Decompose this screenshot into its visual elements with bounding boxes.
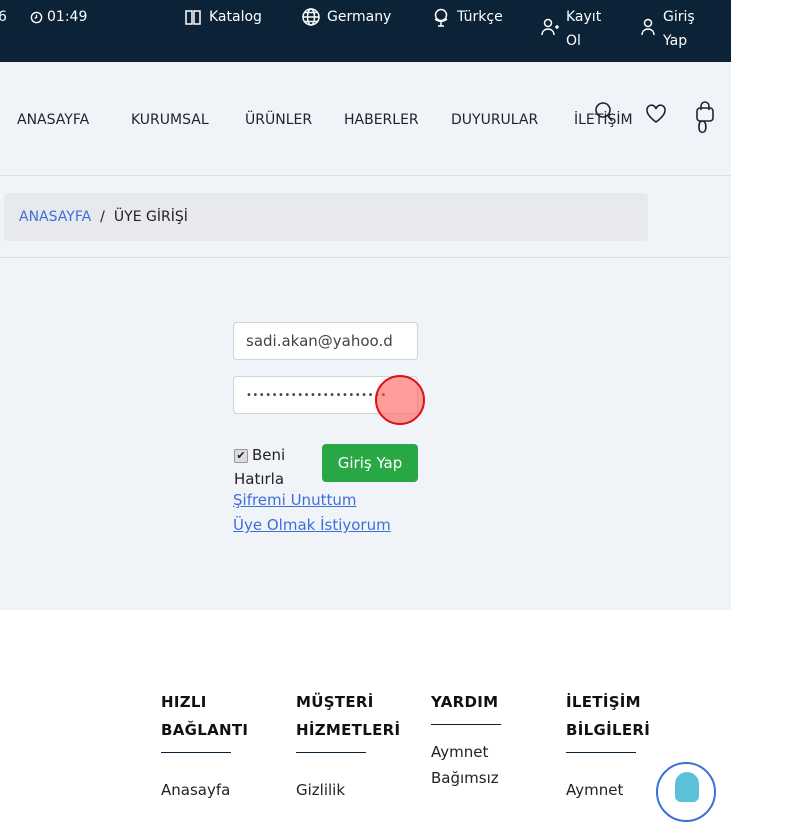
time-text: 01:49 [47, 9, 88, 25]
breadcrumb-current: ÜYE GİRİŞİ [113, 209, 188, 225]
main-nav: ANASAYFA KURUMSAL ÜRÜNLER HABERLER DUYUR… [0, 62, 731, 176]
divider [161, 752, 231, 753]
breadcrumb-separator: / [100, 209, 105, 225]
login-submit-button[interactable]: Giriş Yap [322, 444, 418, 482]
footer-link[interactable]: Anasayfa [161, 777, 241, 803]
register-link-body[interactable]: Üye Olmak İstiyorum [233, 516, 391, 534]
footer-col-help: YARDIM Aymnet Bağımsız [431, 688, 506, 791]
time-display: 01:49 [30, 5, 87, 29]
forgot-password-link[interactable]: Şifremi Unuttum [233, 491, 356, 509]
footer-link[interactable]: Aymnet [566, 777, 646, 803]
divider [566, 752, 636, 753]
assistant-avatar-icon [675, 772, 699, 802]
clock-icon [30, 11, 43, 24]
nav-kurumsal[interactable]: KURUMSAL [131, 112, 209, 128]
divider [296, 752, 366, 753]
breadcrumb-home[interactable]: ANASAYFA [19, 209, 91, 225]
footer-heading: MÜŞTERİ HİZMETLERİ [296, 693, 401, 739]
language-globe-icon [434, 8, 448, 27]
nav-urunler[interactable]: ÜRÜNLER [245, 112, 312, 128]
footer-heading: YARDIM [431, 693, 499, 711]
footer-link[interactable]: Aymnet Bağımsız [431, 739, 506, 791]
footer-col-customer-services: MÜŞTERİ HİZMETLERİ Gizlilik [296, 688, 401, 803]
phone-fragment: 6 [0, 5, 7, 29]
cart-count: 0 [697, 118, 708, 138]
country-selector[interactable]: Germany [301, 5, 391, 29]
email-field[interactable]: sadi.akan@yahoo.d [233, 322, 418, 360]
breadcrumb: ANASAYFA / ÜYE GİRİŞİ [4, 193, 648, 241]
remember-me[interactable]: ✔ Beni Hatırla [234, 443, 314, 491]
user-icon [641, 18, 655, 36]
footer-heading: HIZLI BAĞLANTI [161, 693, 249, 739]
footer-heading: İLETİŞİM BİLGİLERİ [566, 693, 651, 739]
login-link[interactable]: Giriş Yap [639, 5, 709, 53]
katalog-link[interactable]: Katalog [183, 5, 262, 29]
login-label: Giriş Yap [663, 9, 695, 49]
remember-checkbox[interactable]: ✔ [234, 449, 248, 463]
nav-duyurular[interactable]: DUYURULAR [451, 112, 538, 128]
book-icon [185, 10, 201, 25]
katalog-label: Katalog [209, 9, 262, 25]
footer-col-contact: İLETİŞİM BİLGİLERİ Aymnet [566, 688, 651, 803]
search-icon[interactable] [594, 101, 614, 123]
nav-anasayfa[interactable]: ANASAYFA [17, 112, 89, 128]
click-indicator [375, 375, 425, 425]
chat-assistant-button[interactable] [656, 762, 716, 822]
globe-icon [302, 8, 320, 26]
footer-link[interactable]: Gizlilik [296, 777, 391, 803]
country-label: Germany [327, 9, 392, 25]
heart-icon[interactable] [645, 104, 667, 124]
language-label: Türkçe [457, 9, 503, 25]
register-label: Kayıt Ol [566, 9, 602, 49]
user-plus-icon [541, 18, 559, 36]
login-section: sadi.akan@yahoo.d ••••••••••••••••••••••… [0, 258, 731, 610]
phone-text: 6 [0, 9, 7, 25]
nav-haberler[interactable]: HABERLER [344, 112, 419, 128]
register-link[interactable]: Kayıt Ol [540, 5, 620, 53]
footer-col-quick-links: HIZLI BAĞLANTI Anasayfa [161, 688, 249, 803]
top-bar: 6 01:49 Katalog Germany Türkçe Kayıt Ol … [0, 0, 731, 62]
divider [431, 724, 501, 725]
language-selector[interactable]: Türkçe [431, 5, 503, 29]
breadcrumb-section: ANASAYFA / ÜYE GİRİŞİ [0, 176, 731, 258]
